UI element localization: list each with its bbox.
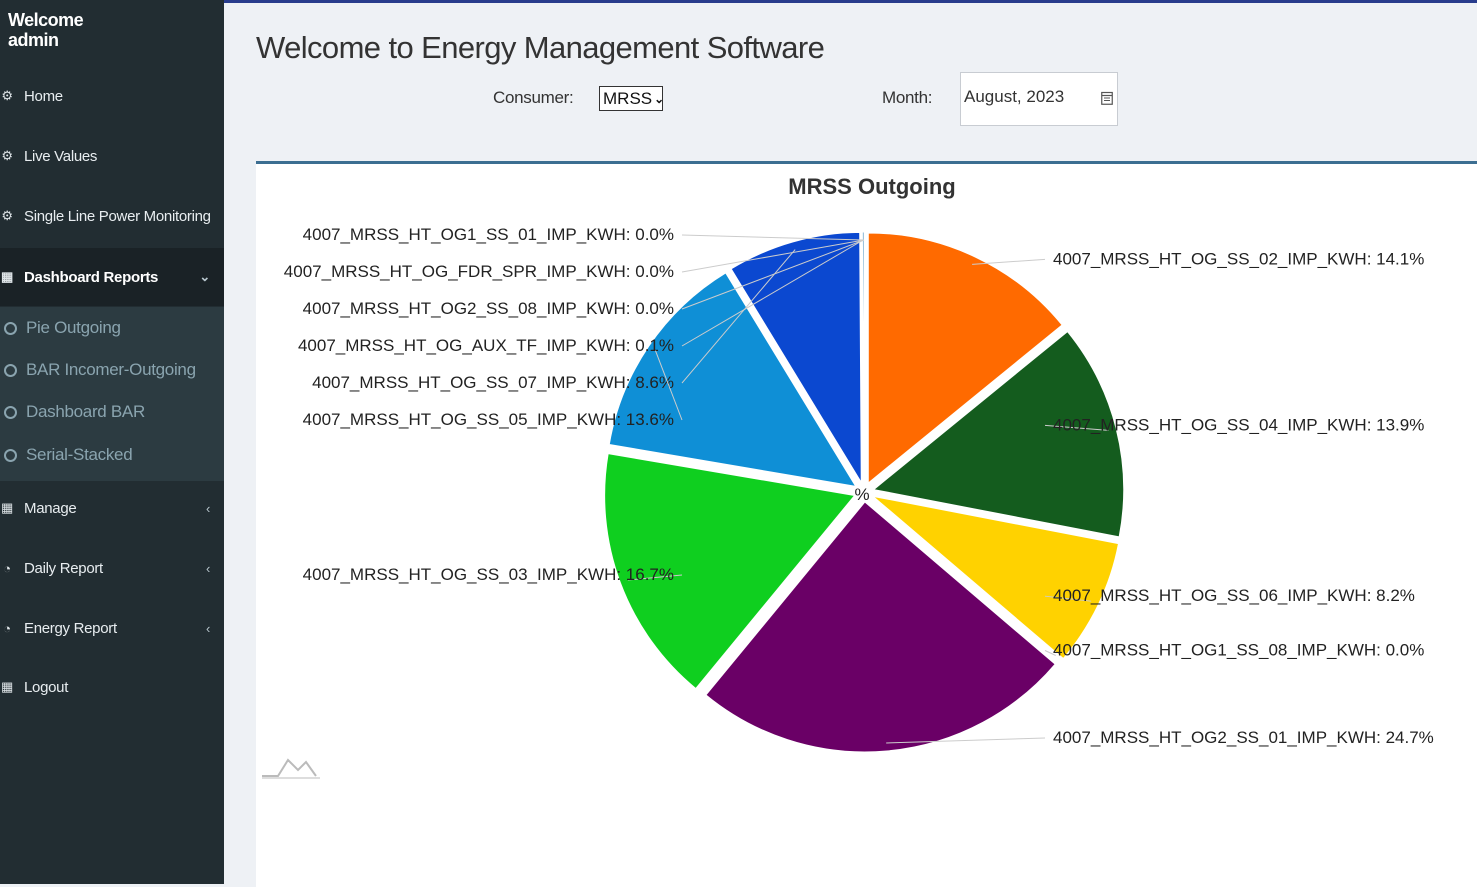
- dashboard-icon: ⚙: [1, 88, 13, 103]
- sidebar-item-live-values[interactable]: ⚙ Live Values: [0, 136, 224, 176]
- table-icon: ▦: [1, 679, 13, 694]
- pie-slice-label: 4007_MRSS_HT_OG_SS_04_IMP_KWH: 13.9%: [1053, 415, 1424, 434]
- month-label: Month:: [882, 88, 933, 107]
- table-icon: ▦: [1, 500, 13, 515]
- pie-slice[interactable]: [861, 231, 865, 483]
- submenu-item-label: Pie Outgoing: [26, 318, 121, 337]
- chart-title: MRSS Outgoing: [788, 174, 955, 199]
- welcome-text: Welcome: [8, 10, 84, 30]
- page-title: Welcome to Energy Management Software: [256, 30, 825, 65]
- sidebar-item-label: Home: [24, 87, 63, 105]
- user-panel: Welcome admin: [8, 10, 84, 50]
- dashboard-icon: ⚙: [1, 148, 13, 163]
- submenu-item-label: Serial-Stacked: [26, 445, 133, 464]
- chevron-left-icon: ‹: [205, 560, 210, 576]
- sidebar-item-label: Logout: [24, 678, 69, 696]
- circle-icon: [4, 321, 17, 335]
- sidebar-item-label: Single Line Power Monitoring: [24, 207, 211, 225]
- sidebar-item-label: Live Values: [24, 147, 98, 165]
- consumer-select[interactable]: MRSS ⌄: [599, 86, 665, 111]
- submenu-item-serial-stacked[interactable]: Serial-Stacked: [0, 434, 224, 476]
- chart-logo-icon: [262, 758, 317, 777]
- sidebar-item-logout[interactable]: ▦ Logout: [0, 667, 224, 707]
- username: admin: [8, 30, 59, 50]
- month-picker[interactable]: [960, 72, 1118, 126]
- pie-slice-label: 4007_MRSS_HT_OG_SS_03_IMP_KWH: 16.7%: [303, 565, 674, 584]
- circle-icon: [4, 405, 17, 419]
- pie-slice-label: 4007_MRSS_HT_OG_SS_05_IMP_KWH: 13.6%: [303, 410, 674, 429]
- consumer-select-value: MRSS: [603, 88, 653, 108]
- sidebar-item-label: Energy Report: [24, 619, 117, 637]
- pie-slice-label: 4007_MRSS_HT_OG_SS_06_IMP_KWH: 8.2%: [1053, 586, 1415, 605]
- chart-center-label: %: [854, 485, 869, 504]
- pie-slice-label: 4007_MRSS_HT_OG2_SS_08_IMP_KWH: 0.0%: [303, 299, 674, 318]
- sidebar-item-energy-report[interactable]: ◔ Energy Report ‹: [0, 608, 224, 648]
- sidebar-item-single-line-power-monitoring[interactable]: ⚙ Single Line Power Monitoring: [0, 196, 224, 236]
- pie-chart-icon: ◔: [3, 620, 11, 636]
- sidebar-item-label: Daily Report: [24, 559, 103, 577]
- table-icon: ▦: [1, 269, 13, 284]
- sidebar-item-dashboard-reports[interactable]: ▦ Dashboard Reports ⌄: [0, 248, 224, 306]
- sidebar-item-label: Dashboard Reports: [24, 268, 159, 286]
- month-input[interactable]: [964, 87, 1094, 107]
- submenu-item-label: Dashboard BAR: [26, 402, 145, 421]
- consumer-label: Consumer:: [493, 88, 574, 107]
- dashboard-reports-submenu: Pie Outgoing BAR Incomer-Outgoing Dashbo…: [0, 307, 224, 481]
- chevron-left-icon: ‹: [205, 500, 210, 516]
- sidebar-item-label: Manage: [24, 499, 77, 517]
- sidebar: Welcome admin ⚙ Home ⚙ Live Values ⚙ Sin…: [0, 0, 224, 884]
- sidebar-item-home[interactable]: ⚙ Home: [0, 76, 224, 116]
- pie-slice-label: 4007_MRSS_HT_OG1_SS_08_IMP_KWH: 0.0%: [1053, 640, 1424, 659]
- pie-slice-label: 4007_MRSS_HT_OG_SS_02_IMP_KWH: 14.1%: [1053, 249, 1424, 268]
- pie-slice-label: 4007_MRSS_HT_OG2_SS_01_IMP_KWH: 24.7%: [1053, 728, 1434, 747]
- dashboard-icon: ⚙: [1, 208, 13, 223]
- sidebar-item-manage[interactable]: ▦ Manage ‹: [0, 488, 224, 528]
- chart-panel: MRSS Outgoing 4007_MRSS_HT_OG_SS_02_IMP_…: [256, 161, 1477, 887]
- pie-chart-icon: ◔: [3, 560, 11, 576]
- calendar-icon[interactable]: [1101, 91, 1113, 105]
- pie-slice-label: 4007_MRSS_HT_OG_SS_07_IMP_KWH: 8.6%: [312, 373, 674, 392]
- circle-icon: [4, 363, 17, 377]
- chevron-left-icon: ‹: [205, 620, 210, 636]
- sidebar-item-daily-report[interactable]: ◔ Daily Report ‹: [0, 548, 224, 588]
- submenu-item-bar-incomer-outgoing[interactable]: BAR Incomer-Outgoing: [0, 349, 224, 391]
- pie-slice-label: 4007_MRSS_HT_OG1_SS_01_IMP_KWH: 0.0%: [303, 225, 674, 244]
- submenu-item-label: BAR Incomer-Outgoing: [26, 360, 196, 379]
- pie-chart: MRSS Outgoing 4007_MRSS_HT_OG_SS_02_IMP_…: [262, 174, 1434, 779]
- chevron-down-icon: ⌄: [199, 269, 210, 284]
- pie-slice-label: 4007_MRSS_HT_OG_FDR_SPR_IMP_KWH: 0.0%: [284, 262, 674, 281]
- submenu-item-pie-outgoing[interactable]: Pie Outgoing: [0, 307, 224, 349]
- circle-icon: [4, 448, 17, 462]
- chevron-down-icon: ⌄: [654, 91, 665, 106]
- pie-slice-label: 4007_MRSS_HT_OG_AUX_TF_IMP_KWH: 0.1%: [298, 336, 674, 355]
- submenu-item-dashboard-bar[interactable]: Dashboard BAR: [0, 391, 224, 433]
